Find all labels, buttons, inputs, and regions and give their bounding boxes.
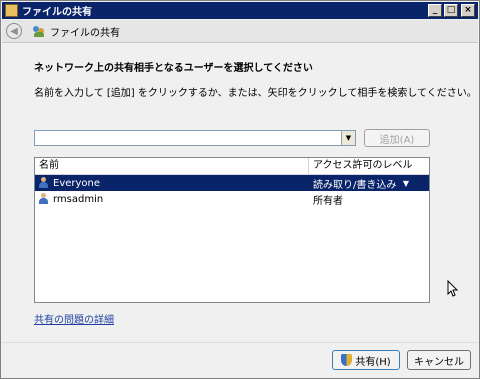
share-button-label: 共有(H) [355,356,391,368]
maximize-button[interactable]: □ [444,4,458,17]
nav-title: ファイルの共有 [50,27,120,39]
row-access-level: 所有者 [313,195,343,207]
share-button[interactable]: 共有(H) [332,350,400,370]
row-name: Everyone [53,177,101,189]
add-button[interactable]: 追加(A) [364,129,430,147]
user-name-combobox[interactable]: ▼ [34,130,356,146]
instructions-text: 名前を入力して [追加] をクリックするか、または、矢印をクリックして相手を検索… [34,88,477,99]
list-row-rmsadmin[interactable]: rmsadmin 所有者 [35,191,429,207]
back-button[interactable]: ◀ [6,23,22,39]
page-heading: ネットワーク上の共有相手となるユーザーを選択してください [34,63,313,74]
mouse-cursor-icon [447,280,459,297]
minimize-button[interactable]: _ [428,4,442,17]
folder-share-icon [5,4,18,17]
row-name: rmsadmin [53,193,104,205]
dialog-window: ファイルの共有 _ □ × ◀ ファイルの共有 ネットワーク上の共有相手となるユ… [0,0,480,379]
users-share-icon [32,24,46,38]
column-header-access[interactable]: アクセス許可のレベル [309,158,429,174]
list-row-everyone[interactable]: Everyone 読み取り/書き込み ▼ [35,175,429,191]
user-permission-list[interactable]: 名前 アクセス許可のレベル Everyone 読み取り/書き込み ▼ rmsad… [34,157,430,303]
window-title: ファイルの共有 [22,7,92,18]
sharing-help-link[interactable]: 共有の問題の詳細 [34,311,114,326]
row-access-level: 読み取り/書き込み [313,179,397,191]
uac-shield-icon [341,354,353,366]
nav-bar: ◀ ファイルの共有 [2,20,478,43]
user-icon [38,193,50,205]
combo-dropdown-arrow-icon[interactable]: ▼ [341,131,355,145]
close-button[interactable]: × [461,4,475,17]
group-user-icon [38,177,50,189]
column-header-name[interactable]: 名前 [35,158,309,174]
access-dropdown-arrow-icon[interactable]: ▼ [403,179,409,188]
cancel-button[interactable]: キャンセル [407,350,471,370]
list-header: 名前 アクセス許可のレベル [35,158,429,175]
title-bar[interactable]: ファイルの共有 _ □ × [2,2,478,19]
